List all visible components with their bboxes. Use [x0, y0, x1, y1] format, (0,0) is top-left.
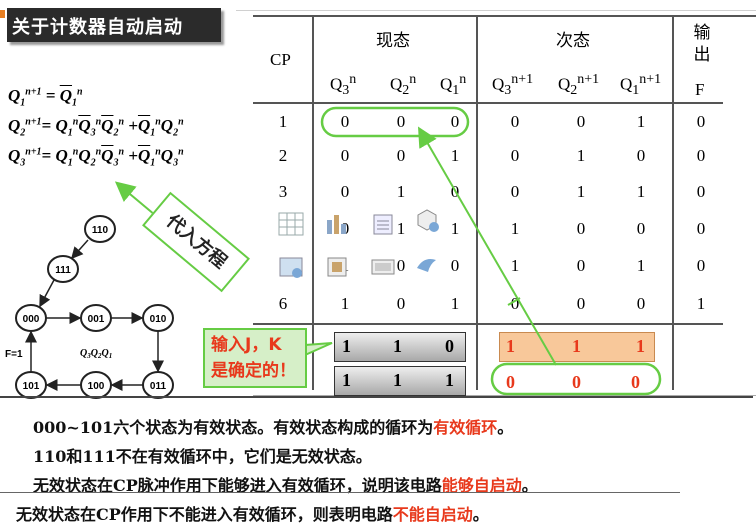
- desc-line-1: 000~101六个状态为有效状态。有效状态构成的循环为有效循环。: [33, 418, 514, 437]
- input-callout-line1: 输入J，K: [211, 335, 282, 355]
- highlight-ellipse-000: [320, 106, 470, 138]
- desc-divider-2: [0, 492, 680, 493]
- desc-divider: [0, 396, 753, 398]
- desc-line-4: 无效状态在CP作用下不能进入有效循环，则表明电路不能自启动。: [16, 505, 489, 524]
- desc-line-2: 110和111不在有效循环中，它们是无效状态。: [33, 447, 372, 466]
- highlight-ellipse-next: [490, 362, 662, 396]
- input-callout: 输入J，K 是确定的！: [203, 328, 307, 388]
- input-callout-line2: 是确定的！: [211, 361, 296, 381]
